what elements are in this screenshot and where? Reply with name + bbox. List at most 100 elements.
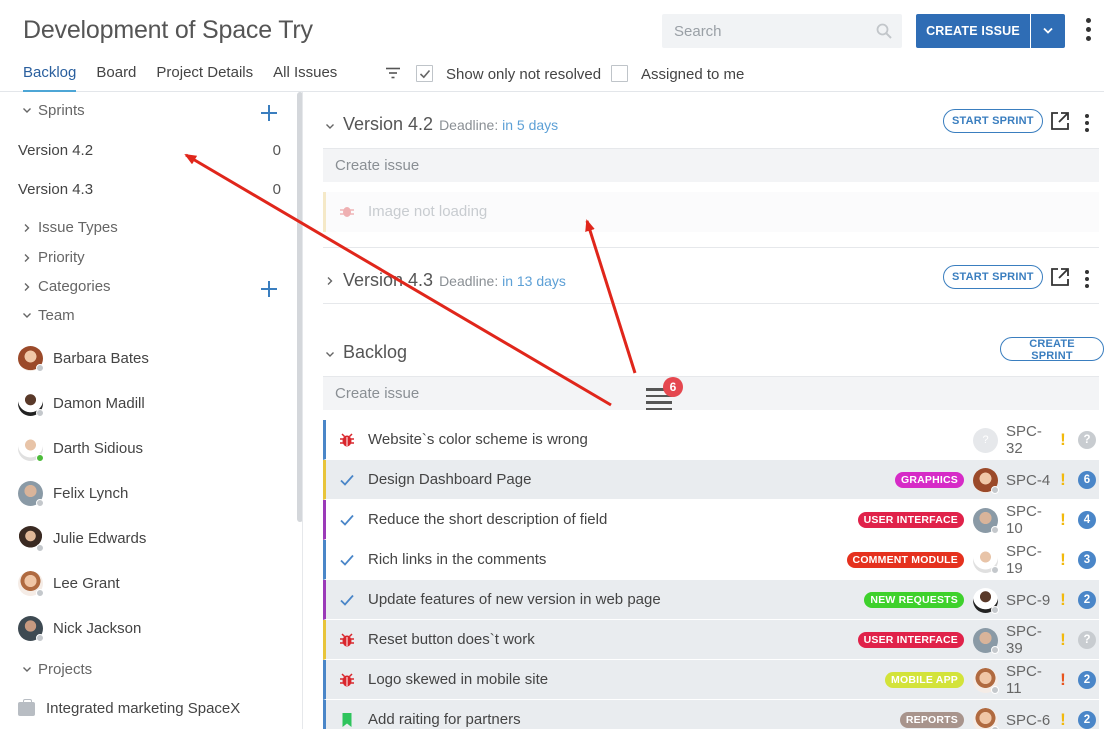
category-label[interactable]: REPORTS [899, 712, 964, 728]
avatar[interactable] [973, 467, 999, 494]
avatar[interactable] [973, 587, 999, 614]
add-sprint-icon[interactable] [261, 105, 277, 121]
search-input[interactable] [662, 14, 902, 48]
team-member[interactable]: Damon Madill [18, 389, 145, 417]
tab-backlog[interactable]: Backlog [23, 64, 77, 92]
annotation-arrow [585, 219, 637, 374]
sidebar-sprint-count: 0 [272, 181, 281, 198]
add-category-icon[interactable] [261, 281, 277, 297]
avatar[interactable] [973, 627, 999, 654]
create-issue-input[interactable]: Create issue [323, 376, 1099, 410]
create-issue-input[interactable]: Create issue [323, 148, 1099, 182]
issue-key[interactable]: SPC-19 [1006, 543, 1054, 577]
chevron-down-icon [1043, 27, 1053, 34]
issue-key[interactable]: SPC-11 [1006, 663, 1054, 697]
priority-icon[interactable]: ! [1054, 630, 1072, 650]
issue-key[interactable]: SPC-9 [1006, 592, 1054, 609]
table-row[interactable]: Reduce the short description of field US… [323, 500, 1099, 540]
team-member[interactable]: Lee Grant [18, 569, 120, 597]
team-member[interactable]: Felix Lynch [18, 479, 128, 507]
priority-icon[interactable]: ! [1054, 550, 1072, 570]
priority-section-toggle[interactable]: Priority [22, 249, 85, 266]
issue-key[interactable]: SPC-32 [1006, 423, 1054, 457]
priority-icon[interactable]: ! [1054, 590, 1072, 610]
create-issue-dropdown[interactable] [1031, 14, 1065, 48]
table-row[interactable]: Add raiting for partners REPORTS SPC-6 !… [323, 700, 1099, 729]
issue-types-section-toggle[interactable]: Issue Types [22, 219, 118, 236]
table-row[interactable]: Logo skewed in mobile site MOBILE APP SP… [323, 660, 1099, 700]
team-section-toggle[interactable]: Team [22, 307, 75, 324]
team-member[interactable]: Barbara Bates [18, 344, 149, 372]
backlog-header[interactable]: Backlog [325, 342, 407, 363]
create-sprint-button[interactable]: CREATE SPRINT [1000, 337, 1104, 362]
avatar[interactable] [973, 547, 999, 574]
create-issue-button[interactable]: CREATE ISSUE [916, 14, 1030, 48]
category-label[interactable]: MOBILE APP [885, 672, 964, 688]
team-member[interactable]: Nick Jackson [18, 614, 141, 642]
sidebar-sprint-item[interactable]: Version 4.3 0 [18, 181, 283, 198]
tab-board[interactable]: Board [96, 64, 136, 92]
categories-section-toggle[interactable]: Categories [22, 278, 111, 295]
table-row[interactable]: Website`s color scheme is wrong ? SPC-32… [323, 420, 1099, 460]
avatar[interactable] [973, 667, 999, 694]
category-label[interactable]: COMMENT MODULE [846, 552, 964, 568]
issue-meta: REPORTS SPC-6 ! 2 [899, 700, 1099, 729]
issue-key[interactable]: SPC-6 [1006, 712, 1054, 729]
team-member[interactable]: Darth Sidious [18, 434, 143, 462]
search-icon[interactable] [876, 23, 892, 39]
avatar[interactable] [973, 507, 999, 534]
table-row[interactable]: Design Dashboard Page GRAPHICS SPC-4 ! 6 [323, 460, 1099, 500]
priority-icon[interactable]: ! [1054, 430, 1072, 450]
issue-key[interactable]: SPC-4 [1006, 472, 1054, 489]
external-link-icon[interactable] [1050, 111, 1070, 131]
tab-project-details[interactable]: Project Details [156, 64, 253, 92]
tab-all-issues[interactable]: All Issues [273, 64, 337, 92]
category-label[interactable]: GRAPHICS [894, 472, 964, 488]
start-sprint-button[interactable]: START SPRINT [943, 265, 1043, 289]
sprint-menu-icon[interactable] [1084, 114, 1090, 135]
start-sprint-button[interactable]: START SPRINT [943, 109, 1043, 133]
issue-key[interactable]: SPC-10 [1006, 503, 1054, 537]
issue-title[interactable]: Design Dashboard Page [368, 471, 531, 488]
avatar[interactable] [973, 707, 999, 729]
issue-title[interactable]: Rich links in the comments [368, 551, 546, 568]
sprint-name: Version 4.2 [343, 114, 434, 134]
sidebar-project-name: Integrated marketing SpaceX [46, 700, 241, 717]
bug-icon [340, 633, 354, 647]
issue-title[interactable]: Website`s color scheme is wrong [368, 431, 588, 448]
filter-icon[interactable] [386, 67, 400, 79]
external-link-icon[interactable] [1050, 267, 1070, 287]
checkmark-icon [340, 474, 354, 486]
issue-title[interactable]: Logo skewed in mobile site [368, 671, 548, 688]
assigned-to-me-checkbox[interactable] [611, 65, 628, 82]
sidebar-project-item[interactable]: Integrated marketing SpaceX [18, 698, 241, 717]
sprints-section-toggle[interactable]: Sprints [22, 102, 85, 119]
table-row[interactable]: Update features of new version in web pa… [323, 580, 1099, 620]
assigned-to-me-label[interactable]: Assigned to me [641, 66, 744, 83]
table-row[interactable]: Reset button does`t work USER INTERFACE … [323, 620, 1099, 660]
priority-icon[interactable]: ! [1054, 670, 1072, 690]
show-not-resolved-label[interactable]: Show only not resolved [446, 66, 601, 83]
issue-title[interactable]: Update features of new version in web pa… [368, 591, 661, 608]
bug-icon [340, 207, 354, 217]
team-member[interactable]: Julie Edwards [18, 524, 146, 552]
category-label[interactable]: USER INTERFACE [857, 512, 964, 528]
table-row[interactable]: Rich links in the comments COMMENT MODUL… [323, 540, 1099, 580]
issue-key[interactable]: SPC-39 [1006, 623, 1054, 657]
issue-title[interactable]: Add raiting for partners [368, 711, 521, 728]
unassigned-avatar[interactable]: ? [973, 427, 998, 453]
category-label[interactable]: USER INTERFACE [857, 632, 964, 648]
priority-icon[interactable]: ! [1054, 510, 1072, 530]
issue-title[interactable]: Reset button does`t work [368, 631, 535, 648]
projects-section-toggle[interactable]: Projects [22, 661, 92, 678]
priority-icon[interactable]: ! [1054, 470, 1072, 490]
show-not-resolved-checkbox[interactable] [416, 65, 433, 82]
issue-title[interactable]: Reduce the short description of field [368, 511, 607, 528]
category-label[interactable]: NEW REQUESTS [864, 592, 964, 608]
priority-icon[interactable]: ! [1054, 710, 1072, 729]
sprint-menu-icon[interactable] [1084, 270, 1090, 291]
sidebar-sprint-item[interactable]: Version 4.2 0 [18, 142, 283, 159]
sprint-header[interactable]: Version 4.2 Deadline: in 5 days [325, 114, 558, 135]
more-menu-icon[interactable] [1085, 18, 1091, 45]
sprint-header[interactable]: Version 4.3 Deadline: in 13 days [325, 270, 566, 291]
